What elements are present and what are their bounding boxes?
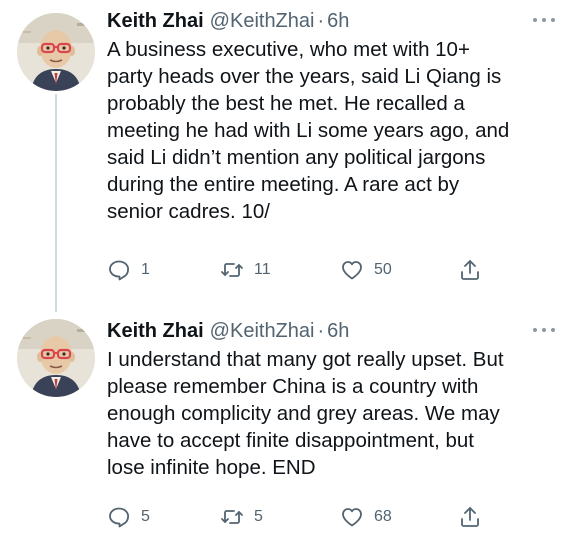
tweet-text-line: please remember China is a country with [107,375,479,398]
tweet-text-line: enough complicity and grey areas. We may [107,402,500,425]
avatar[interactable] [17,13,95,91]
separator-dot: · [317,10,325,32]
tweet-header: Keith Zhai @KeithZhai · 6h [107,8,349,34]
retweet-count: 11 [254,261,271,278]
tweet-header: Keith Zhai @KeithZhai · 6h [107,318,349,344]
retweet-button[interactable]: 5 [220,505,263,529]
author-name[interactable]: Keith Zhai [107,318,204,344]
tweet[interactable]: Keith Zhai @KeithZhai · 6h A business ex… [0,8,572,288]
tweet[interactable]: Keith Zhai @KeithZhai · 6h I understand … [0,318,572,538]
share-button[interactable] [458,258,482,282]
retweet-icon [220,258,244,282]
reply-icon [107,505,131,529]
tweet-text-line: I understand that many got really upset.… [107,348,504,371]
heart-icon [340,258,364,282]
reply-icon [107,258,131,282]
like-count: 50 [374,261,392,278]
tweet-text-line: said Li didn’t mention any political jar… [107,146,486,169]
tweet-text-line: senior cadres. 10/ [107,200,270,223]
share-icon [458,505,482,529]
more-icon[interactable] [533,322,555,338]
more-icon[interactable] [533,12,555,28]
tweet-actions: 5 5 68 [107,505,507,529]
tweet-text: I understand that many got really upset.… [107,346,559,481]
reply-count: 1 [141,261,150,278]
timestamp[interactable]: 6h [327,318,349,344]
reply-count: 5 [141,508,150,525]
retweet-button[interactable]: 11 [220,258,271,282]
tweet-text-line: probably the best he met. He recalled a [107,92,465,115]
tweet-text-line: have to accept finite disappointment, bu… [107,429,474,452]
tweet-text-line: meeting he had with Li some years ago, a… [107,119,510,142]
like-count: 68 [374,508,392,525]
share-icon [458,258,482,282]
share-button[interactable] [458,505,482,529]
tweet-text-line: lose infinite hope. END [107,456,316,479]
like-button[interactable]: 50 [340,258,392,282]
avatar[interactable] [17,319,95,397]
retweet-count: 5 [254,508,263,525]
heart-icon [340,505,364,529]
like-button[interactable]: 68 [340,505,392,529]
reply-button[interactable]: 5 [107,505,150,529]
author-name[interactable]: Keith Zhai [107,8,204,34]
tweet-text: A business executive, who met with 10+ p… [107,36,559,225]
author-handle[interactable]: @KeithZhai [210,318,315,344]
tweet-text-line: A business executive, who met with 10+ [107,38,470,61]
tweet-actions: 1 11 50 [107,258,507,282]
separator-dot: · [317,320,325,342]
tweet-text-line: party heads over the years, said Li Qian… [107,65,502,88]
timestamp[interactable]: 6h [327,8,349,34]
tweet-text-line: during the entire meeting. A rare act by [107,173,460,196]
reply-button[interactable]: 1 [107,258,150,282]
author-handle[interactable]: @KeithZhai [210,8,315,34]
retweet-icon [220,505,244,529]
